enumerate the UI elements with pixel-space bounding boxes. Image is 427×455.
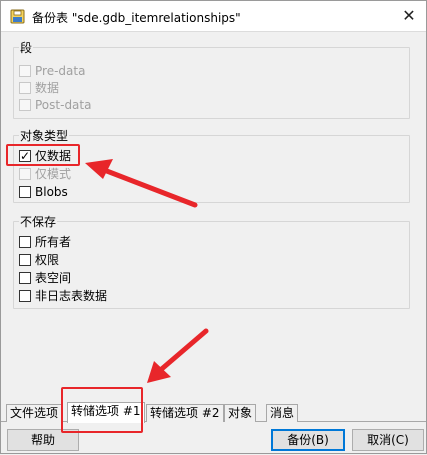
- arrow-to-dump-tab: [147, 328, 209, 383]
- object-type-group-label: 对象类型: [19, 127, 70, 144]
- close-button[interactable]: ✕: [397, 5, 421, 27]
- cancel-button[interactable]: 取消(C): [352, 429, 424, 451]
- checkbox-box[interactable]: [19, 254, 31, 266]
- highlight-box-dump-tab: [61, 387, 143, 433]
- highlight-box-data-only: [6, 144, 80, 166]
- checkbox-label: Post-data: [35, 98, 92, 112]
- checkbox-box[interactable]: [19, 168, 31, 180]
- checkbox-box[interactable]: [19, 290, 31, 302]
- segment-group-label: 段: [19, 39, 34, 56]
- checkbox-box[interactable]: [19, 99, 31, 111]
- checkbox-box[interactable]: [19, 186, 31, 198]
- checkbox-label: 权限: [35, 253, 60, 267]
- checkbox-label: 所有者: [35, 235, 72, 249]
- checkbox-label: 数据: [35, 81, 60, 95]
- database-save-icon: [10, 9, 25, 24]
- tab-dump-options-2[interactable]: 转储选项 #2: [146, 404, 224, 422]
- tab-objects[interactable]: 对象: [224, 404, 257, 422]
- checkbox-label: 表空间: [35, 271, 72, 285]
- window-title: 备份表 "sde.gdb_itemrelationships": [32, 11, 241, 25]
- backup-dialog: 备份表 "sde.gdb_itemrelationships" ✕ 段 Pre-…: [0, 0, 427, 454]
- checkbox-label: Blobs: [35, 185, 68, 199]
- tab-messages[interactable]: 消息: [266, 404, 299, 422]
- checkbox-box[interactable]: [19, 65, 31, 77]
- title-bar: 备份表 "sde.gdb_itemrelationships" ✕: [1, 1, 426, 32]
- checkbox-label: Pre-data: [35, 64, 86, 78]
- checkbox-box[interactable]: [19, 236, 31, 248]
- tab-file-options[interactable]: 文件选项: [6, 404, 63, 422]
- checkbox-box[interactable]: [19, 272, 31, 284]
- do-not-save-group-label: 不保存: [19, 213, 58, 230]
- backup-button[interactable]: 备份(B): [271, 429, 345, 451]
- checkbox-box[interactable]: [19, 82, 31, 94]
- checkbox-label: 非日志表数据: [35, 289, 108, 303]
- checkbox-label: 仅模式: [35, 167, 72, 181]
